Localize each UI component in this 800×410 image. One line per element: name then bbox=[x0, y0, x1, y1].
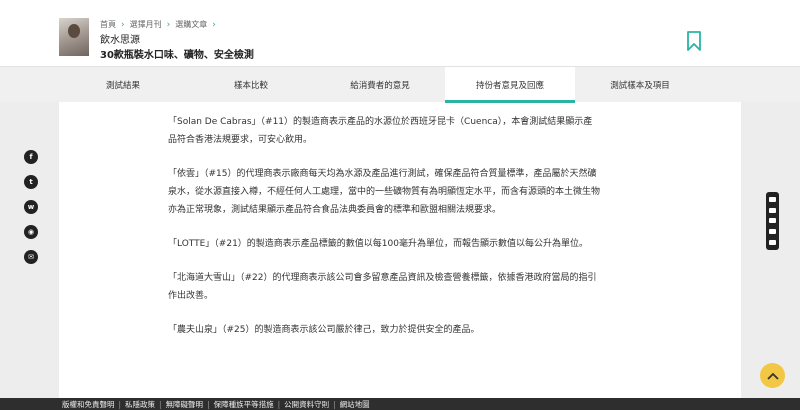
page-header: 首頁 › 選擇月刊 › 選購文章 › 飲水思源 30款瓶裝水口味、礦物、安全檢測 bbox=[0, 0, 800, 66]
chevron-right-icon: › bbox=[121, 19, 125, 30]
footer-link-race-equality[interactable]: 保障種族平等措施 bbox=[214, 399, 274, 410]
article-thumbnail[interactable] bbox=[59, 18, 89, 56]
footer-link-privacy[interactable]: 私隱政策 bbox=[125, 399, 155, 410]
weibo-icon[interactable]: ◉ bbox=[24, 225, 38, 239]
breadcrumb-monthly[interactable]: 選擇月刊 bbox=[130, 19, 162, 30]
article-body: 「Solan De Cabras」（#11）的製造商表示產品的水源位於西班牙昆卡… bbox=[168, 113, 600, 355]
footer-link-access-info[interactable]: 公開資料守則 bbox=[284, 399, 329, 410]
settings-icon[interactable] bbox=[769, 240, 776, 246]
footer-link-accessibility[interactable]: 無障礙聲明 bbox=[166, 399, 204, 410]
paragraph-nongfu: 「農夫山泉」（#25）的製造商表示該公司嚴於律己，致力於提供安全的產品。 bbox=[168, 325, 480, 335]
paragraph-solan: 「Solan De Cabras」（#11）的製造商表示產品的水源位於西班牙昆卡… bbox=[168, 117, 593, 145]
tab-bar: 測試結果 樣本比較 給消費者的意見 持份者意見及回應 測試樣本及項目 bbox=[0, 66, 800, 103]
footer-link-copyright[interactable]: 版權和免責聲明 bbox=[62, 399, 115, 410]
footer-link-sitemap[interactable]: 網站地圖 bbox=[340, 399, 370, 410]
copy-icon[interactable] bbox=[769, 229, 776, 235]
breadcrumb-article[interactable]: 選購文章 bbox=[175, 19, 207, 30]
tab-test-samples[interactable]: 測試樣本及項目 bbox=[575, 67, 705, 103]
paragraph-hokkaido: 「北海道大雪山」（#22）的代理商表示該公司會多留意產品資訊及檢查營養標籤，依據… bbox=[168, 273, 597, 301]
site-footer: 版權和免責聲明 | 私隱政策 | 無障礙聲明 | 保障種族平等措施 | 公開資料守則 | … bbox=[0, 398, 800, 410]
breadcrumb-home[interactable]: 首頁 bbox=[100, 19, 116, 30]
back-to-top-button[interactable] bbox=[760, 363, 785, 388]
facebook-icon[interactable]: f bbox=[24, 150, 38, 164]
tab-stakeholder-response[interactable]: 持份者意見及回應 bbox=[445, 67, 575, 103]
paragraph-lotte: 「LOTTE」（#21）的製造商表示產品標籤的數值以每100毫升為單位，而報告顯… bbox=[168, 239, 588, 249]
font-size-icon[interactable] bbox=[769, 196, 776, 202]
tab-sample-comparison[interactable]: 樣本比較 bbox=[187, 67, 315, 103]
paragraph-evian: 「依雲」（#15）的代理商表示廠商每天均為水源及產品進行測試，確保產品符合質量標… bbox=[168, 169, 601, 215]
camera-icon[interactable] bbox=[769, 207, 776, 213]
page-title: 飲水思源 bbox=[100, 35, 140, 46]
tab-test-results[interactable]: 測試結果 bbox=[59, 67, 187, 103]
page-subtitle: 30款瓶裝水口味、礦物、安全檢測 bbox=[100, 50, 254, 61]
chevron-right-icon: › bbox=[166, 19, 171, 30]
chevron-up-icon bbox=[766, 372, 779, 380]
tab-consumer-advice[interactable]: 給消費者的意見 bbox=[315, 67, 445, 103]
whatsapp-icon[interactable]: w bbox=[24, 200, 38, 214]
share-bar: f t w ◉ ✉ bbox=[24, 150, 38, 275]
print-icon[interactable] bbox=[769, 218, 776, 224]
email-icon[interactable]: ✉ bbox=[24, 250, 38, 264]
chevron-right-icon: › bbox=[212, 19, 216, 30]
breadcrumb: 首頁 › 選擇月刊 › 選購文章 › bbox=[100, 19, 221, 30]
bookmark-icon[interactable] bbox=[686, 31, 702, 51]
accessibility-toolbar bbox=[766, 192, 779, 250]
twitter-icon[interactable]: t bbox=[24, 175, 38, 189]
